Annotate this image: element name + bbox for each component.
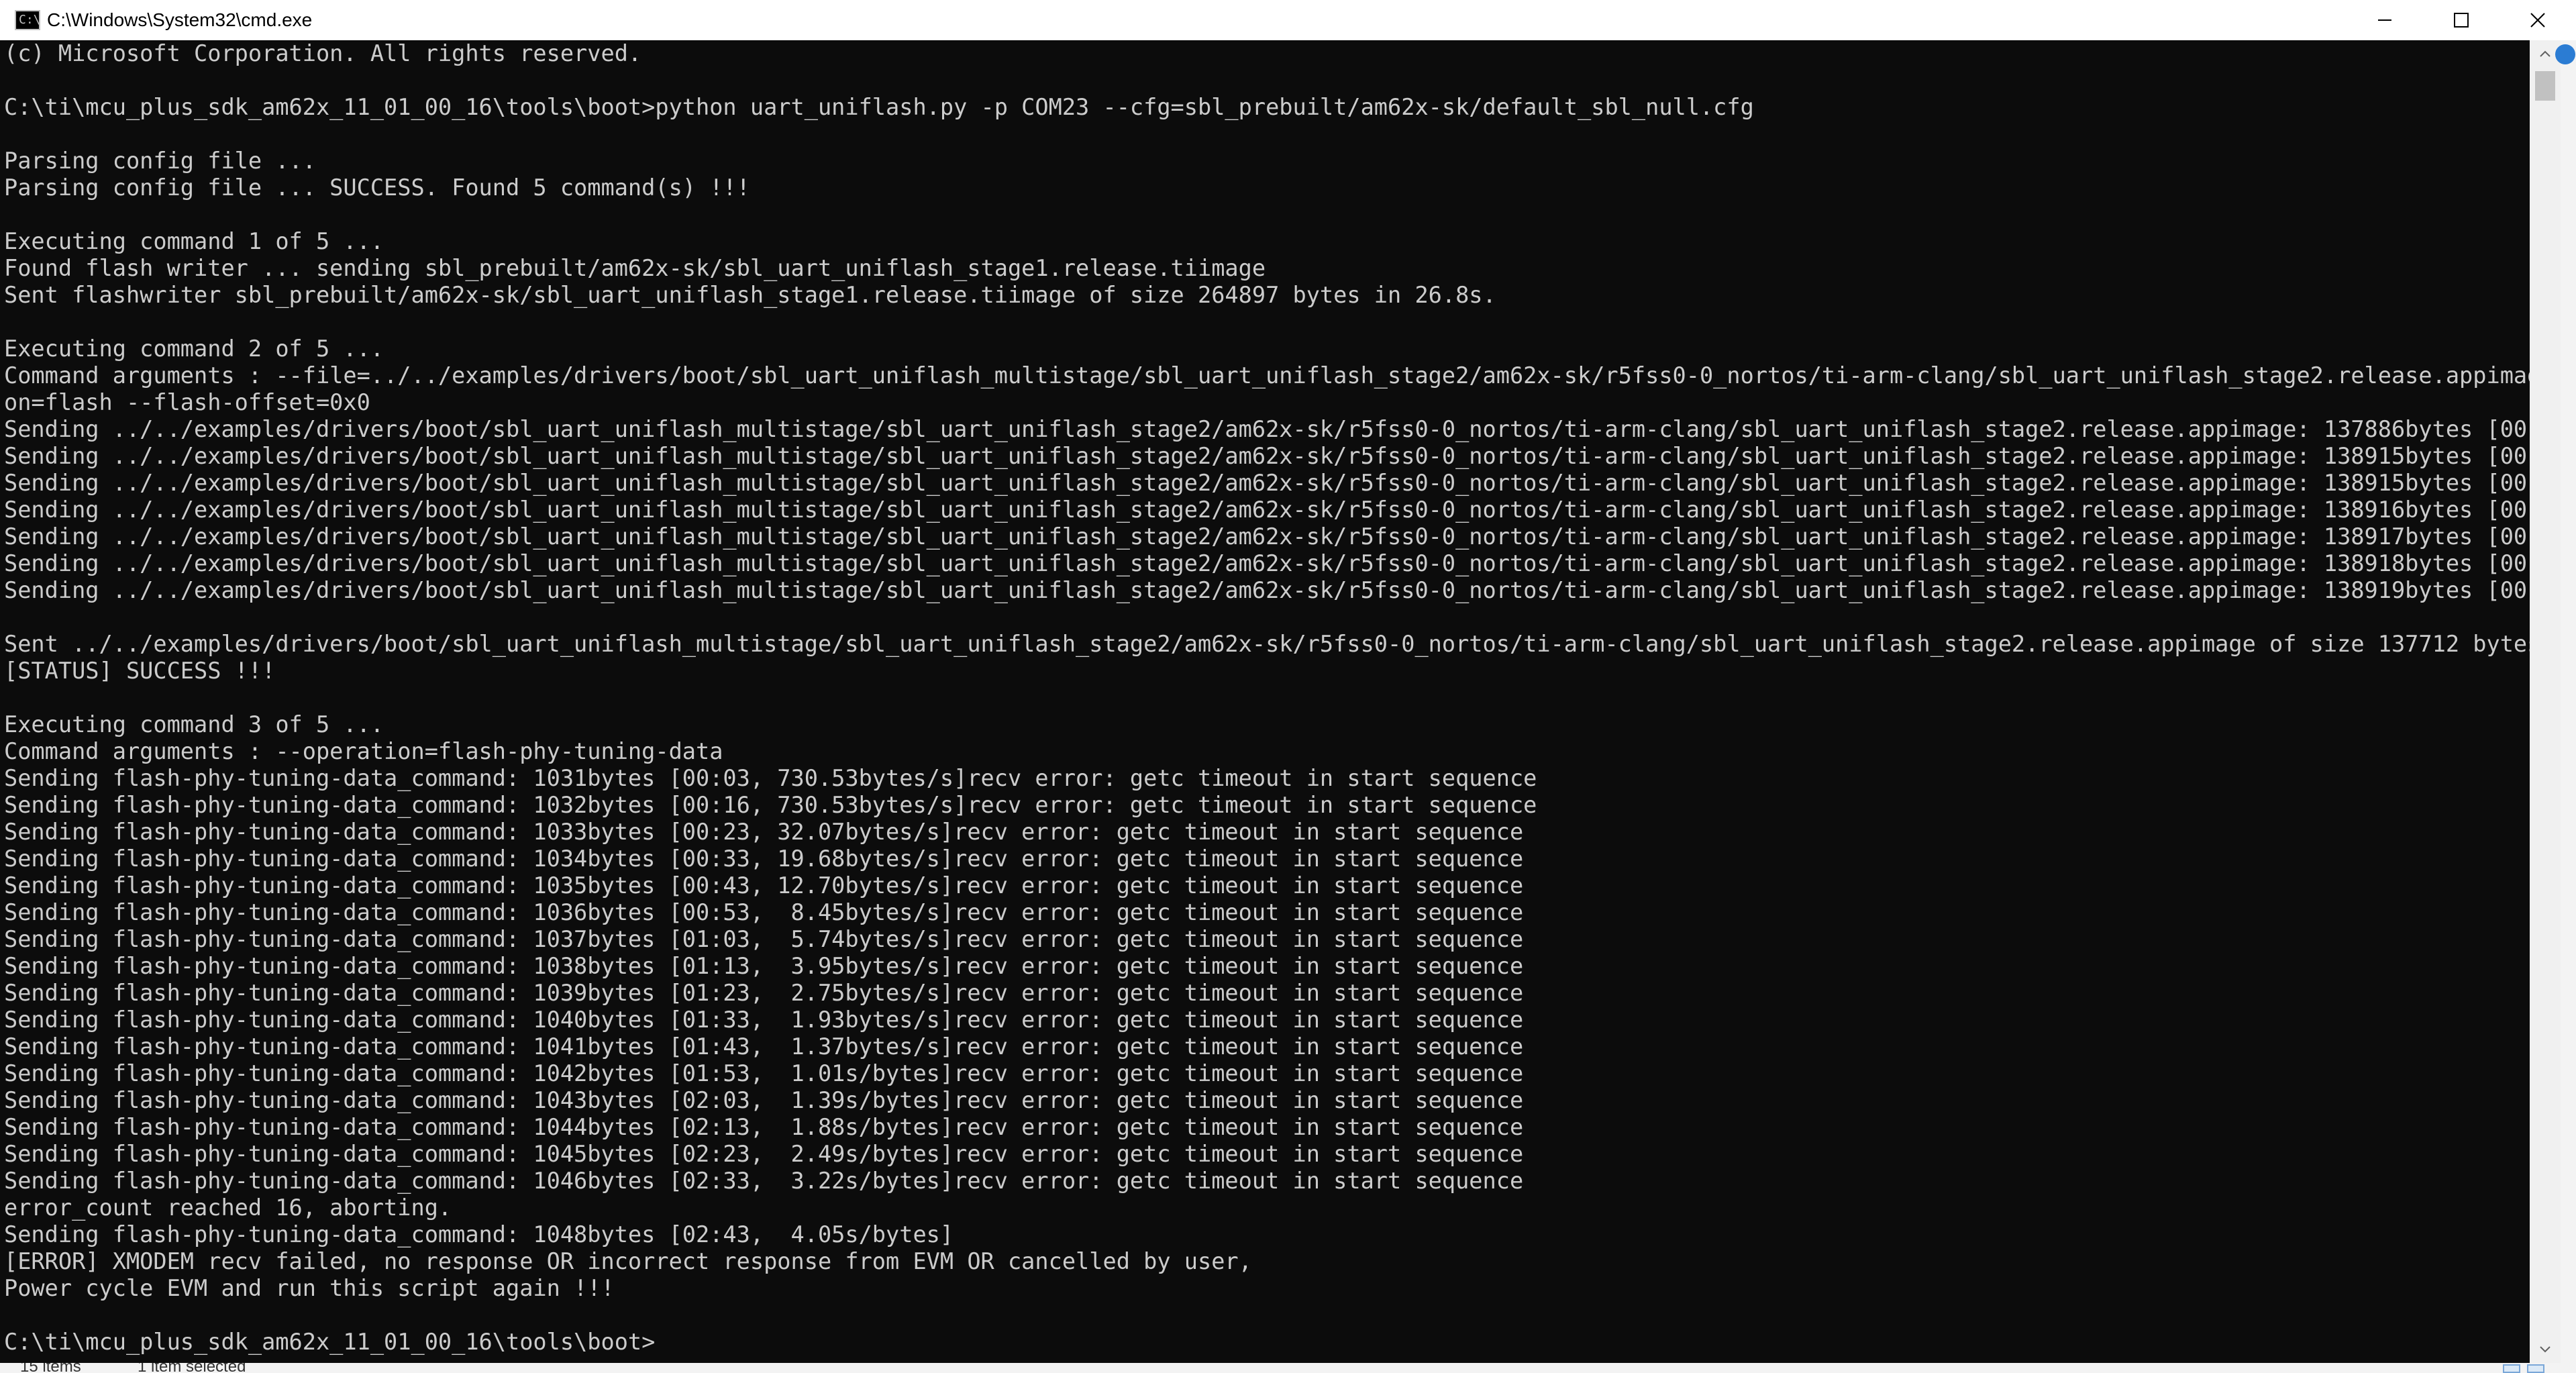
- terminal-line: Sending flash-phy-tuning-data_command: 1…: [4, 819, 1524, 845]
- scroll-down-button[interactable]: [2530, 1336, 2561, 1363]
- terminal-line: Sending flash-phy-tuning-data_command: 1…: [4, 846, 1524, 872]
- caption-buttons: [2347, 0, 2576, 40]
- terminal-line: (c) Microsoft Corporation. All rights re…: [4, 40, 642, 66]
- maximize-icon: [2454, 13, 2469, 28]
- terminal-line: Sending flash-phy-tuning-data_command: 1…: [4, 1168, 1524, 1194]
- vertical-scrollbar[interactable]: [2530, 40, 2561, 1363]
- close-button[interactable]: [2500, 0, 2576, 40]
- terminal-line: Sending flash-phy-tuning-data_command: 1…: [4, 980, 1524, 1006]
- terminal-line: Sending flash-phy-tuning-data_command: 1…: [4, 1060, 1524, 1086]
- terminal-line: [ERROR] XMODEM recv failed, no response …: [4, 1248, 1252, 1274]
- cmd-icon: C:\: [15, 10, 41, 30]
- cmd-window: C:\ C:\Windows\System32\cmd.exe (c) Micr…: [0, 0, 2576, 1373]
- terminal-output[interactable]: (c) Microsoft Corporation. All rights re…: [0, 40, 2530, 1363]
- terminal-line: Found flash writer ... sending sbl_prebu…: [4, 255, 1266, 281]
- terminal-line: Sending ../../examples/drivers/boot/sbl_…: [4, 523, 2530, 550]
- terminal-line: Sending ../../examples/drivers/boot/sbl_…: [4, 416, 2530, 442]
- scroll-thumb[interactable]: [2535, 71, 2555, 101]
- background-window-edge: [2561, 40, 2576, 1373]
- scroll-up-icon: [2540, 50, 2551, 57]
- terminal-line: Executing command 3 of 5 ...: [4, 711, 384, 738]
- terminal-line: C:\ti\mcu_plus_sdk_am62x_11_01_00_16\too…: [4, 1329, 656, 1355]
- terminal-line: Sending flash-phy-tuning-data_command: 1…: [4, 926, 1524, 952]
- terminal-line: on=flash --flash-offset=0x0: [4, 389, 370, 415]
- terminal-line: Parsing config file ...: [4, 148, 316, 174]
- terminal-line: Executing command 2 of 5 ...: [4, 336, 384, 362]
- terminal-line: Sent flashwriter sbl_prebuilt/am62x-sk/s…: [4, 282, 1496, 308]
- terminal-line: Sending ../../examples/drivers/boot/sbl_…: [4, 443, 2530, 469]
- terminal-line: error_count reached 16, aborting.: [4, 1194, 452, 1221]
- details-view-button[interactable]: [2503, 1364, 2520, 1373]
- terminal-line: Executing command 1 of 5 ...: [4, 228, 384, 254]
- terminal-line: [STATUS] SUCCESS !!!: [4, 658, 276, 684]
- cmd-icon-glyph: C:\: [19, 13, 41, 27]
- close-icon: [2530, 13, 2545, 28]
- terminal-line: Sending flash-phy-tuning-data_command: 1…: [4, 899, 1524, 925]
- terminal-line: Sending ../../examples/drivers/boot/sbl_…: [4, 550, 2530, 576]
- background-explorer-statusbar: 15 items 1 item selected: [0, 1363, 2576, 1373]
- terminal-line: Power cycle EVM and run this script agai…: [4, 1275, 615, 1301]
- maximize-button[interactable]: [2423, 0, 2500, 40]
- terminal-line: Sending flash-phy-tuning-data_command: 1…: [4, 1007, 1524, 1033]
- scroll-down-icon: [2540, 1346, 2551, 1353]
- terminal-line: Sending ../../examples/drivers/boot/sbl_…: [4, 577, 2530, 603]
- terminal-line: Sending flash-phy-tuning-data_command: 1…: [4, 953, 1524, 979]
- title-bar[interactable]: C:\ C:\Windows\System32\cmd.exe: [0, 0, 2576, 40]
- terminal-line: Sending flash-phy-tuning-data_command: 1…: [4, 765, 1537, 791]
- terminal-line: Command arguments : --operation=flash-ph…: [4, 738, 723, 764]
- terminal-line: Sending flash-phy-tuning-data_command: 1…: [4, 1221, 954, 1248]
- terminal-line: Command arguments : --file=../../example…: [4, 362, 2530, 389]
- selection-count: 1 item selected: [138, 1363, 246, 1373]
- terminal-line: Sent ../../examples/drivers/boot/sbl_uar…: [4, 631, 2530, 657]
- terminal-line: Sending flash-phy-tuning-data_command: 1…: [4, 1141, 1524, 1167]
- terminal-line: Sending ../../examples/drivers/boot/sbl_…: [4, 470, 2530, 496]
- terminal-line: Sending flash-phy-tuning-data_command: 1…: [4, 1114, 1524, 1140]
- minimize-icon: [2378, 19, 2391, 21]
- terminal-line: Sending flash-phy-tuning-data_command: 1…: [4, 872, 1524, 899]
- window-title: C:\Windows\System32\cmd.exe: [47, 9, 313, 30]
- terminal-line: Sending flash-phy-tuning-data_command: 1…: [4, 1033, 1524, 1060]
- minimize-button[interactable]: [2347, 0, 2423, 40]
- terminal-line: Parsing config file ... SUCCESS. Found 5…: [4, 174, 750, 201]
- large-icons-view-button[interactable]: [2527, 1364, 2544, 1373]
- terminal-line: Sending flash-phy-tuning-data_command: 1…: [4, 792, 1537, 818]
- terminal-line: Sending flash-phy-tuning-data_command: 1…: [4, 1087, 1524, 1113]
- terminal-line: Sending ../../examples/drivers/boot/sbl_…: [4, 497, 2530, 523]
- item-count: 15 items: [20, 1363, 81, 1373]
- background-window-indicator: [2555, 44, 2575, 64]
- terminal-line: C:\ti\mcu_plus_sdk_am62x_11_01_00_16\too…: [4, 94, 1754, 120]
